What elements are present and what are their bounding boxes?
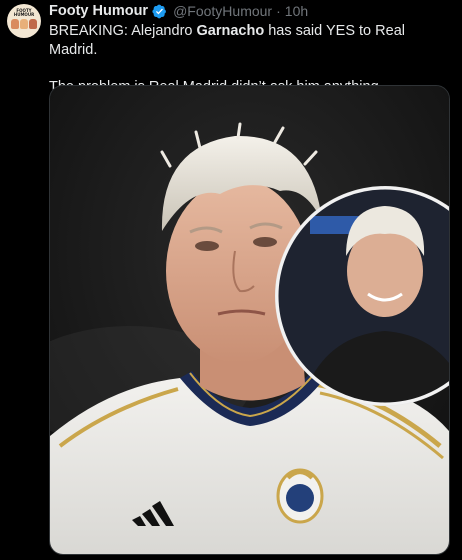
author-avatar[interactable]: FOOTY HUMOUR (7, 4, 41, 38)
tweet-line-1-bold: Garnacho (196, 23, 265, 39)
header-separator: · (276, 3, 281, 19)
tweet-line-1-prefix: BREAKING: Alejandro (49, 23, 197, 39)
tweet-media-image[interactable] (49, 85, 450, 555)
author-name[interactable]: Footy Humour (49, 3, 148, 19)
tweet-header: Footy Humour @FootyHumour · 10h (49, 2, 308, 20)
verified-badge-icon (152, 4, 166, 18)
tweet-timestamp[interactable]: 10h (285, 3, 308, 19)
avatar-faces (11, 19, 37, 29)
tweet-line-1: BREAKING: Alejandro Garnacho has said YE… (49, 22, 454, 60)
player-photo (50, 86, 449, 554)
avatar-logo-text: FOOTY HUMOUR (13, 8, 35, 17)
author-handle[interactable]: @FootyHumour (173, 3, 272, 19)
